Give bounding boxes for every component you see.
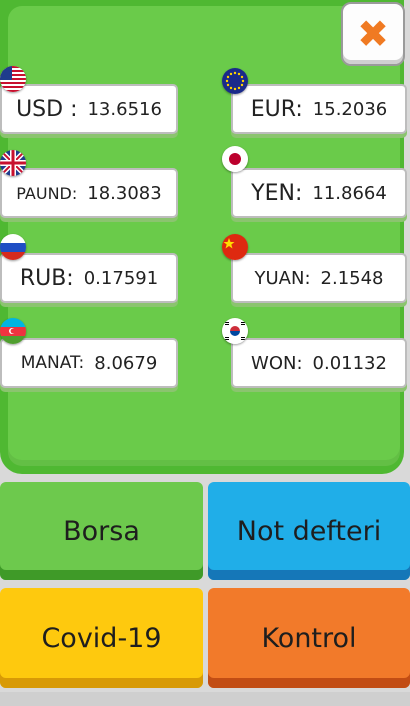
rate-paund: PAUND: 18.3083 [0, 168, 178, 218]
borsa-button[interactable]: Borsa [0, 482, 203, 580]
currency-panel-inner [8, 6, 400, 466]
azerbaijan-flag-icon [0, 318, 26, 344]
rate-eur: EUR: 15.2036 [231, 84, 407, 134]
not-defteri-button[interactable]: Not defteri [208, 482, 410, 580]
close-icon: ✖ [357, 12, 389, 56]
rate-usd-code: USD : [16, 96, 78, 122]
rate-yuan-code: YUAN: [254, 267, 311, 289]
rate-yen-value: 11.8664 [312, 182, 387, 204]
close-button[interactable]: ✖ [341, 2, 405, 66]
rate-rub-value: 0.17591 [83, 267, 159, 289]
china-flag-icon [222, 234, 248, 260]
south-korea-flag-icon [222, 318, 248, 344]
rate-rub: RUB: 0.17591 [0, 253, 178, 303]
russia-flag-icon [0, 234, 26, 260]
us-flag-icon [0, 66, 26, 92]
covid-button-label: Covid-19 [41, 622, 162, 654]
currency-panel [0, 0, 404, 474]
rate-usd: USD : 13.6516 [0, 84, 178, 134]
rate-eur-code: EUR: [250, 96, 303, 122]
rate-yen-code: YEN: [251, 180, 303, 206]
rate-paund-value: 18.3083 [87, 182, 162, 204]
rate-won: WON: 0.01132 [231, 338, 407, 388]
japan-flag-icon [222, 146, 248, 172]
rate-yuan-value: 2.1548 [320, 267, 384, 289]
rate-yuan: YUAN: 2.1548 [231, 253, 407, 303]
borsa-button-label: Borsa [63, 515, 140, 547]
not-defteri-button-label: Not defteri [236, 515, 382, 547]
rate-won-code: WON: [251, 352, 303, 374]
rate-manat-code: MANAT: [20, 353, 85, 373]
eu-flag-icon [222, 68, 248, 94]
rate-manat-value: 8.0679 [94, 352, 158, 374]
rate-manat: MANAT: 8.0679 [0, 338, 178, 388]
uk-flag-icon [0, 150, 26, 176]
rate-eur-value: 15.2036 [312, 98, 388, 120]
rate-rub-code: RUB: [19, 265, 74, 291]
kontrol-button[interactable]: Kontrol [208, 588, 410, 688]
bottom-strip [0, 692, 410, 706]
rate-yen: YEN: 11.8664 [231, 168, 407, 218]
covid-button[interactable]: Covid-19 [0, 588, 203, 688]
rate-usd-value: 13.6516 [87, 98, 162, 120]
rate-paund-code: PAUND: [16, 183, 78, 203]
kontrol-button-label: Kontrol [261, 622, 357, 654]
rate-won-value: 0.01132 [312, 352, 387, 374]
